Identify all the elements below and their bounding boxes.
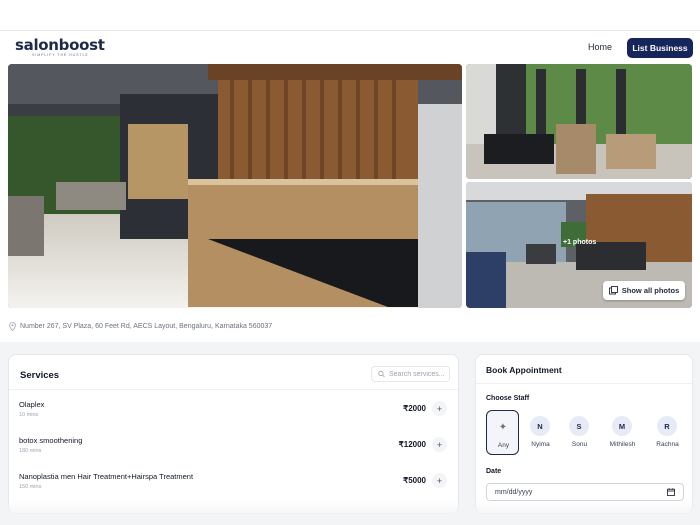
- services-card: Services Olaplex 10 mins ₹2000 + botox s…: [8, 354, 459, 514]
- salon-stations-image: [466, 64, 692, 179]
- location-pin-icon: [9, 322, 16, 331]
- service-row[interactable]: Olaplex 10 mins ₹2000 +: [9, 400, 458, 436]
- book-appointment-card: Book Appointment Choose Staff ✦ Any N Ny…: [475, 354, 693, 514]
- main-photo[interactable]: [8, 64, 462, 308]
- service-row[interactable]: botox smoothening 180 mins ₹12000 +: [9, 436, 458, 472]
- choose-staff-label: Choose Staff: [486, 395, 530, 402]
- address-row: Number 267, SV Plaza, 60 Feet Rd, AECS L…: [0, 312, 700, 342]
- booking-divider: [476, 383, 692, 384]
- bottom-fade: [0, 500, 700, 525]
- staff-option-rachna[interactable]: R Rachna: [651, 410, 684, 455]
- salon-reception-image: [8, 64, 462, 308]
- staff-option-nyima[interactable]: N Nyima: [524, 410, 557, 455]
- sparkle-icon: ✦: [498, 421, 508, 433]
- add-service-button[interactable]: +: [432, 437, 447, 452]
- service-duration: 180 mins: [19, 448, 42, 454]
- services-title: Services: [20, 370, 60, 381]
- search-icon: [378, 370, 385, 378]
- service-name: botox smoothening: [19, 436, 83, 445]
- service-duration: 150 mins: [19, 484, 42, 490]
- staff-option-any[interactable]: ✦ Any: [486, 410, 519, 455]
- logo-text: salonboost: [15, 36, 105, 54]
- service-price: ₹5000: [403, 476, 426, 485]
- staff-option-sonu[interactable]: S Sonu: [563, 410, 596, 455]
- address: Number 267, SV Plaza, 60 Feet Rd, AECS L…: [9, 322, 272, 331]
- book-appointment-title: Book Appointment: [486, 365, 562, 375]
- service-duration: 10 mins: [19, 412, 39, 418]
- date-placeholder: mm/dd/yyyy: [495, 488, 533, 496]
- add-service-button[interactable]: +: [432, 401, 447, 416]
- thumbnail-photo-1[interactable]: [466, 64, 692, 179]
- services-divider: [9, 389, 458, 390]
- service-name: Olaplex: [19, 400, 45, 409]
- nav-home-link[interactable]: Home: [588, 42, 612, 52]
- header: salonboost SIMPLIFY THE HUSTLE Home List…: [0, 30, 700, 64]
- staff-name: Mithilesh: [609, 441, 636, 448]
- staff-avatar: S: [569, 416, 589, 436]
- staff-avatar: R: [657, 416, 677, 436]
- add-service-button[interactable]: +: [432, 473, 447, 488]
- staff-avatar: M: [612, 416, 632, 436]
- staff-option-mithilesh[interactable]: M Mithilesh: [606, 410, 639, 455]
- date-input[interactable]: mm/dd/yyyy: [486, 483, 684, 501]
- staff-name: Rachna: [656, 441, 679, 448]
- address-text: Number 267, SV Plaza, 60 Feet Rd, AECS L…: [20, 323, 273, 330]
- calendar-icon[interactable]: [667, 488, 675, 496]
- gallery-icon: [608, 286, 618, 295]
- top-strip: [0, 0, 700, 30]
- more-photos-count[interactable]: +1 photos: [563, 239, 596, 246]
- date-label: Date: [486, 468, 502, 475]
- service-price: ₹2000: [403, 404, 426, 413]
- show-all-photos-label: Show all photos: [621, 286, 680, 295]
- service-search: [371, 366, 450, 382]
- photo-gallery: +1 photos Show all photos: [0, 64, 700, 312]
- service-name: Nanoplastia men Hair Treatment+Hairspa T…: [19, 472, 194, 481]
- show-all-photos-button[interactable]: Show all photos: [603, 281, 685, 300]
- list-business-button[interactable]: List Business: [627, 38, 693, 58]
- service-price: ₹12000: [398, 440, 426, 449]
- logo[interactable]: salonboost SIMPLIFY THE HUSTLE: [15, 37, 105, 58]
- staff-avatar: N: [530, 416, 550, 436]
- search-services-input[interactable]: [389, 370, 449, 378]
- staff-name: Sonu: [571, 441, 588, 448]
